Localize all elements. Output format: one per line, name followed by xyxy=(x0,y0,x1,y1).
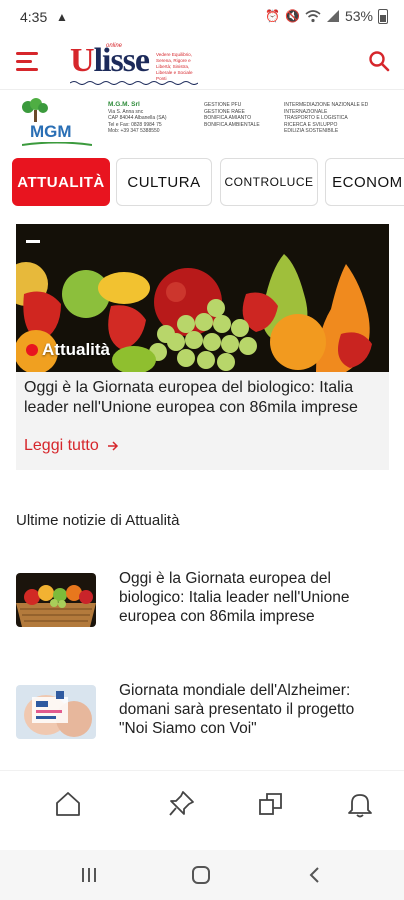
pin-icon[interactable] xyxy=(166,789,196,819)
news-item[interactable]: Oggi è la Giornata europea del biologico… xyxy=(16,566,389,636)
status-time: 4:35 xyxy=(20,9,48,25)
news-item[interactable]: Giornata mondiale dell'Alzheimer: domani… xyxy=(16,678,389,748)
home-icon[interactable] xyxy=(53,789,83,819)
alert-icon: ▲ xyxy=(56,10,68,24)
bell-icon[interactable] xyxy=(345,789,375,819)
mgm-logo: MGM xyxy=(16,98,92,146)
read-more-link[interactable]: Leggi tutto xyxy=(24,437,119,455)
battery-percent: 53% xyxy=(344,8,373,24)
news-title[interactable]: Oggi è la Giornata europea del biologico… xyxy=(119,569,384,626)
tab-controluce[interactable]: CONTROLUCE xyxy=(220,158,318,206)
alarm-icon: ⏰ xyxy=(265,9,281,23)
app-header: Ulisse online Vedere Equilibrio, Serena,… xyxy=(0,34,404,90)
category-dot-icon xyxy=(26,344,38,356)
news-thumbnail[interactable] xyxy=(16,685,96,739)
featured-category: Attualità xyxy=(26,340,110,360)
back-icon[interactable] xyxy=(303,864,327,886)
recents-icon[interactable] xyxy=(77,864,101,886)
sponsor-banner[interactable]: MGM M.G.M. Srl Via S. Anna snc CAP 84044… xyxy=(0,90,404,154)
mgm-word: MGM xyxy=(30,122,72,141)
mute-icon: 🔇 xyxy=(285,9,300,23)
tab-cultura[interactable]: CULTURA xyxy=(116,158,212,206)
home-circle-icon[interactable] xyxy=(189,864,213,886)
status-icons: ⏰ 🔇 53% xyxy=(265,8,388,24)
logo-wave xyxy=(70,81,198,85)
status-bar: 4:35 ▲ ⏰ 🔇 53% xyxy=(0,0,404,34)
hamburger-icon[interactable] xyxy=(16,52,40,72)
search-icon[interactable] xyxy=(368,50,390,72)
copy-icon[interactable] xyxy=(256,789,286,819)
news-thumbnail[interactable] xyxy=(16,573,96,627)
section-title: Ultime notizie di Attualità xyxy=(16,512,180,529)
featured-article[interactable]: Attualità Oggi è la Giornata europea del… xyxy=(16,224,389,470)
tab-attualita[interactable]: ATTUALITÀ xyxy=(12,158,110,206)
featured-image[interactable]: Attualità xyxy=(16,224,389,372)
signal-icon xyxy=(326,10,339,22)
app-logo[interactable]: Ulisse online Vedere Equilibrio, Serena,… xyxy=(70,42,200,86)
banner-services-2: INTERMEDIAZIONE NAZIONALE ED INTERNAZION… xyxy=(284,102,369,135)
wifi-icon xyxy=(305,10,321,23)
battery-icon xyxy=(378,8,388,24)
featured-title[interactable]: Oggi è la Giornata europea del biologico… xyxy=(24,378,384,418)
bottom-navigation xyxy=(0,770,404,850)
banner-company: M.G.M. Srl Via S. Anna snc CAP 84044 Alb… xyxy=(108,101,167,135)
logo-online: online xyxy=(106,43,123,49)
arrow-right-icon xyxy=(107,441,118,451)
category-tabs: ATTUALITÀ CULTURA CONTROLUCE ECONOMIA xyxy=(0,154,404,212)
tab-economia[interactable]: ECONOMIA xyxy=(325,158,404,206)
system-navigation xyxy=(0,850,404,900)
news-title[interactable]: Giornata mondiale dell'Alzheimer: domani… xyxy=(119,681,384,738)
logo-tagline: Vedere Equilibrio, Serena, Rigore e Libe… xyxy=(156,52,193,81)
featured-indicator xyxy=(26,240,40,243)
banner-services-1: GESTIONE PFU GESTIONE RAEE BONIFICA AMIA… xyxy=(204,102,260,128)
